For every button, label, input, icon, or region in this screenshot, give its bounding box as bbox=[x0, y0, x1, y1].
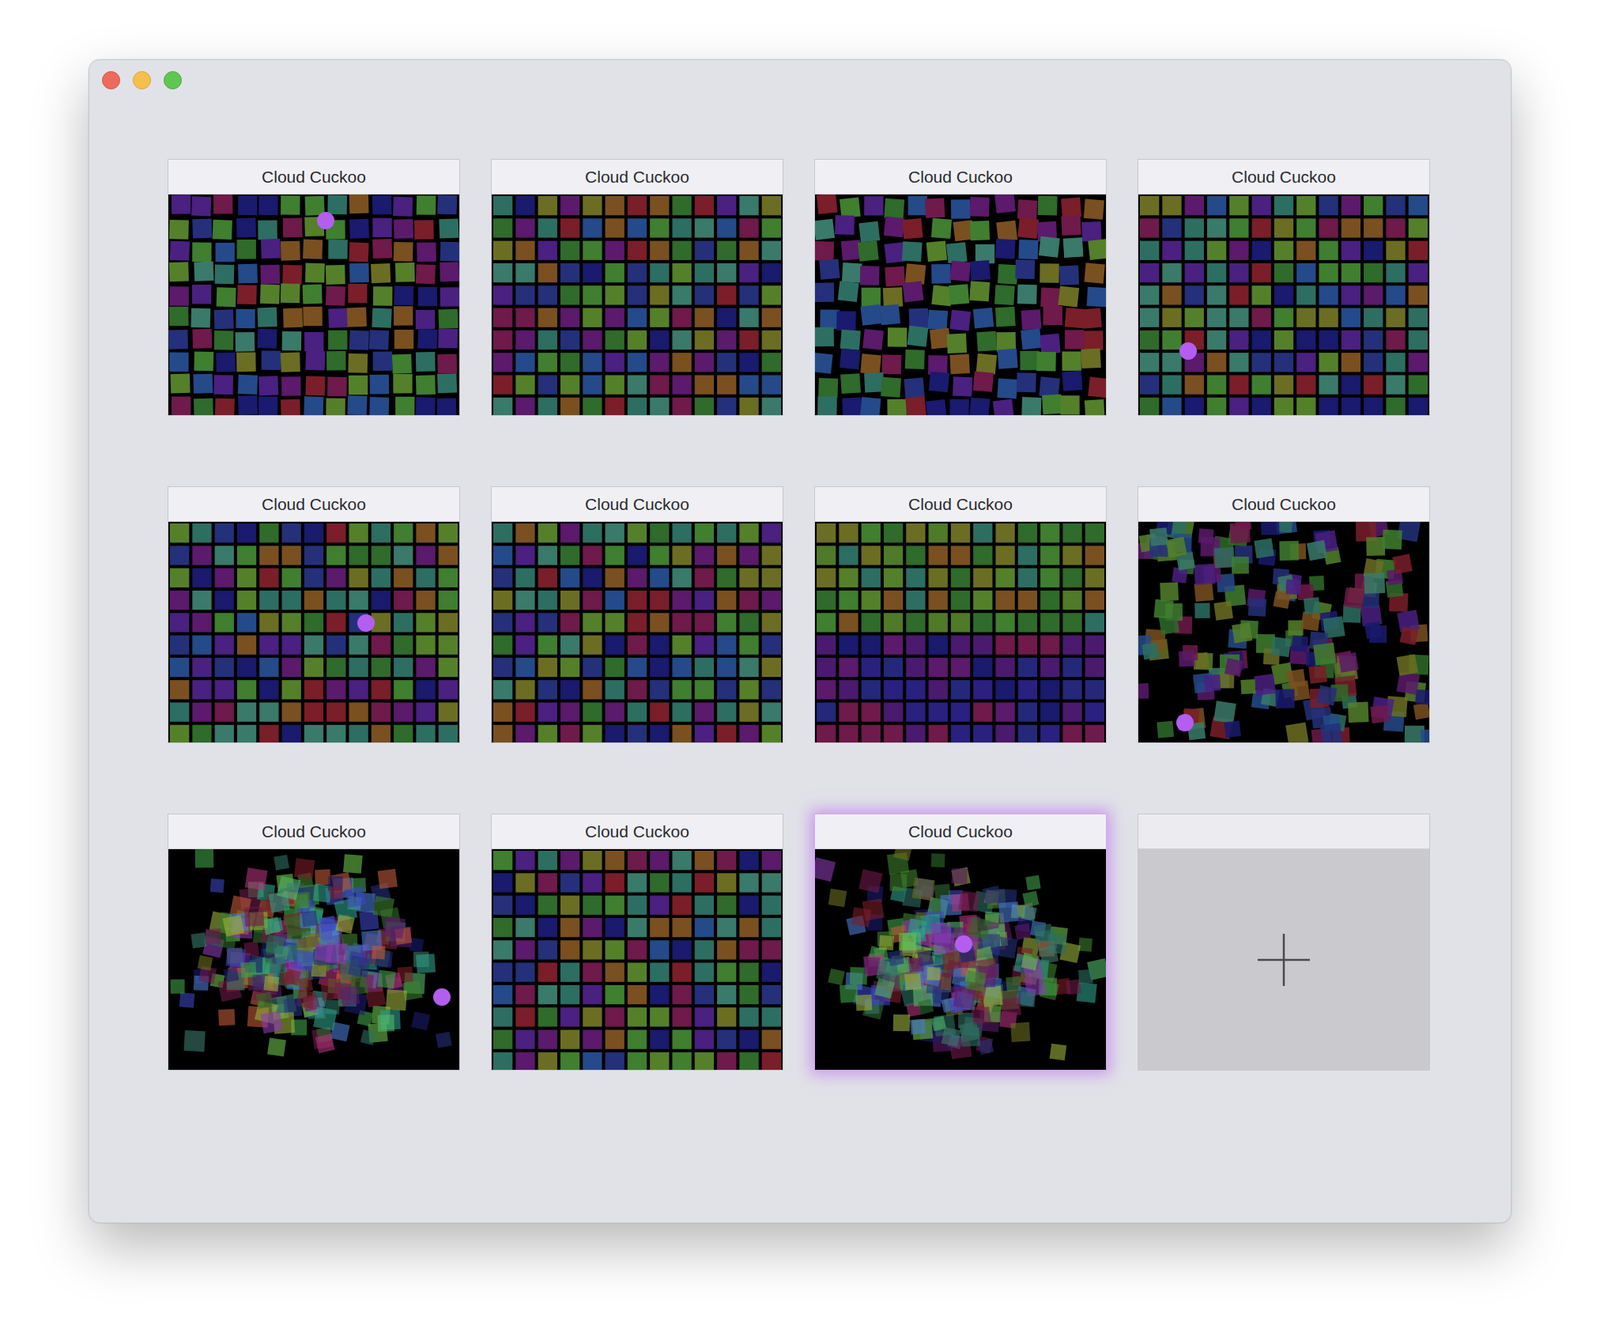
tile-title: Cloud Cuckoo bbox=[815, 159, 1106, 195]
tile-title: Cloud Cuckoo bbox=[815, 486, 1106, 522]
preview-canvas bbox=[1138, 521, 1430, 743]
session-tile[interactable]: Cloud Cuckoo bbox=[814, 486, 1107, 744]
cursor-dot bbox=[433, 988, 451, 1006]
session-tile[interactable]: Cloud Cuckoo bbox=[1137, 158, 1431, 416]
preview-canvas bbox=[815, 521, 1106, 743]
preview-canvas bbox=[815, 849, 1106, 1070]
tile-title: Cloud Cuckoo bbox=[1138, 486, 1430, 522]
preview-canvas bbox=[815, 194, 1106, 416]
tile-preview bbox=[491, 849, 783, 1070]
tile-preview bbox=[491, 521, 783, 743]
tile-preview bbox=[1138, 194, 1430, 416]
tile-preview bbox=[815, 194, 1106, 416]
session-tile[interactable]: Cloud Cuckoo bbox=[167, 486, 461, 744]
preview-canvas bbox=[1138, 194, 1430, 416]
cursor-dot bbox=[954, 935, 973, 953]
session-tile[interactable]: Cloud Cuckoo bbox=[814, 813, 1107, 1071]
preview-canvas bbox=[491, 194, 783, 416]
minimize-button[interactable] bbox=[132, 71, 151, 90]
session-tile[interactable]: Cloud Cuckoo bbox=[490, 813, 784, 1071]
tile-preview bbox=[815, 521, 1106, 743]
session-tile[interactable]: Cloud Cuckoo bbox=[1137, 486, 1431, 744]
session-tile[interactable]: Cloud Cuckoo bbox=[814, 158, 1107, 416]
close-button[interactable] bbox=[101, 71, 121, 90]
tile-grid: Cloud Cuckoo Cloud Cuckoo Cloud Cuckoo Clou… bbox=[89, 104, 1511, 1071]
tile-title: Cloud Cuckoo bbox=[815, 814, 1106, 850]
session-tile[interactable]: Cloud Cuckoo bbox=[167, 813, 461, 1071]
add-button[interactable] bbox=[1138, 849, 1430, 1070]
title-bar bbox=[89, 60, 1511, 105]
tile-preview bbox=[815, 849, 1106, 1070]
tile-preview bbox=[1138, 521, 1430, 743]
session-tile[interactable]: Cloud Cuckoo bbox=[490, 486, 784, 744]
cursor-dot bbox=[357, 614, 375, 632]
cursor-dot bbox=[1179, 342, 1197, 360]
tile-title: Cloud Cuckoo bbox=[168, 159, 460, 195]
cursor-dot bbox=[316, 211, 335, 230]
plus-icon bbox=[1257, 933, 1310, 986]
add-tile[interactable] bbox=[1137, 813, 1431, 1071]
tile-title: Cloud Cuckoo bbox=[491, 159, 783, 195]
tile-title: Cloud Cuckoo bbox=[491, 814, 783, 850]
session-tile[interactable]: Cloud Cuckoo bbox=[490, 158, 784, 416]
preview-canvas bbox=[168, 849, 460, 1070]
preview-canvas bbox=[491, 521, 783, 743]
tile-preview bbox=[491, 194, 783, 416]
cursor-dot bbox=[1176, 713, 1194, 732]
preview-canvas bbox=[168, 194, 460, 416]
tile-preview bbox=[168, 194, 460, 416]
add-tile-header bbox=[1138, 814, 1430, 850]
preview-canvas bbox=[168, 521, 460, 743]
tile-title: Cloud Cuckoo bbox=[168, 486, 460, 522]
tile-title: Cloud Cuckoo bbox=[168, 814, 460, 850]
session-tile[interactable]: Cloud Cuckoo bbox=[167, 158, 461, 416]
tile-preview bbox=[168, 521, 460, 743]
preview-canvas bbox=[491, 849, 783, 1070]
zoom-button[interactable] bbox=[163, 71, 182, 90]
app-window: Cloud Cuckoo Cloud Cuckoo Cloud Cuckoo Clou… bbox=[88, 59, 1512, 1223]
tile-preview bbox=[168, 849, 460, 1070]
tile-title: Cloud Cuckoo bbox=[1138, 159, 1430, 195]
tile-title: Cloud Cuckoo bbox=[491, 486, 783, 522]
